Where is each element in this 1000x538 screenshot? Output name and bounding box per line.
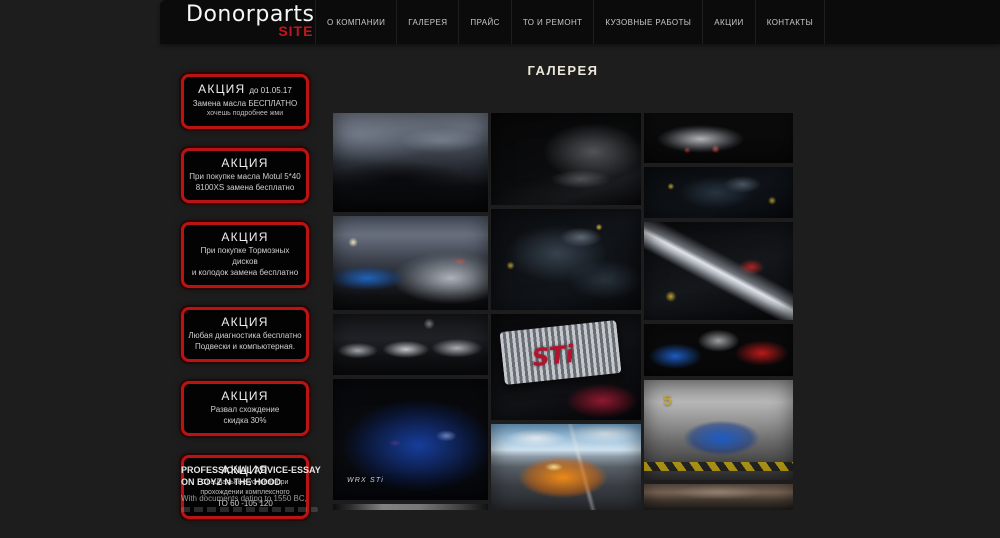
promo-title: АКЦИЯ	[187, 389, 303, 404]
footer-note-heading[interactable]: PROFESSIONAL ADVICE-ESSAY ON BOYZ N THE …	[181, 464, 333, 488]
nav-item-body-works[interactable]: КУЗОВНЫЕ РАБОТЫ	[593, 0, 702, 44]
nav-item-service[interactable]: ТО И РЕМОНТ	[511, 0, 594, 44]
gallery-grid: WRX STi STi 5	[333, 113, 793, 510]
promo-title-suffix: до 01.05.17	[249, 86, 291, 95]
gallery-photo-orange-car[interactable]	[491, 424, 641, 510]
gallery-photo-sti-intercooler-label: STi	[530, 339, 575, 371]
promo-title: АКЦИЯ	[187, 156, 303, 171]
main-nav: О КОМПАНИИГАЛЕРЕЯПРАЙСТО И РЕМОНТКУЗОВНЫ…	[315, 0, 825, 44]
gallery-photo-strip-partial[interactable]	[333, 504, 488, 510]
gallery-column-1: WRX STi	[333, 113, 488, 510]
gallery-photo-engine-strut[interactable]	[644, 222, 793, 320]
promo-title: АКЦИЯ	[187, 315, 303, 330]
gallery-photo-silver-red-wheels[interactable]	[644, 113, 793, 163]
promo-line: Развал схождение	[187, 404, 303, 415]
footer-note-body: With documents dating to 1550 BC,	[181, 493, 333, 504]
promo-line: Замена масла БЕСПЛАТНО	[187, 98, 303, 109]
gallery-photo-engine-bay[interactable]	[491, 209, 641, 310]
gallery-photo-stormy-sky-cars[interactable]	[333, 216, 488, 310]
page-title: ГАЛЕРЕЯ	[333, 63, 793, 78]
nav-item-gallery[interactable]: ГАЛЕРЕЯ	[396, 0, 458, 44]
gallery-photo-rally-garage[interactable]: 5	[644, 380, 793, 480]
promo-line: При покупке масла Motul 5*40	[187, 171, 303, 182]
gallery-photo-collage[interactable]	[644, 324, 793, 376]
promo-title: АКЦИЯдо 01.05.17	[187, 82, 303, 98]
gallery-column-2: STi	[491, 113, 641, 510]
promo-box-2[interactable]: АКЦИЯПри покупке масла Motul 5*408100XS …	[181, 148, 309, 203]
footer-note: PROFESSIONAL ADVICE-ESSAY ON BOYZ N THE …	[181, 464, 333, 512]
gallery-photo-rally-garage-label: 5	[663, 392, 671, 409]
promo-line: и колодок замена бесплатно	[187, 267, 303, 278]
gallery-photo-black-sedan-dusk[interactable]	[333, 113, 488, 212]
nav-item-contacts[interactable]: КОНТАКТЫ	[755, 0, 825, 44]
promo-line: 8100XS замена бесплатно	[187, 182, 303, 193]
promo-box-1[interactable]: АКЦИЯдо 01.05.17Замена масла БЕСПЛАТНОхо…	[181, 74, 309, 129]
gallery-photo-sti-intercooler[interactable]: STi	[491, 314, 641, 420]
promo-line: хочешь подробнее жми	[187, 109, 303, 119]
promo-line: Любая диагностика бесплатно	[187, 330, 303, 341]
promo-title: АКЦИЯ	[187, 230, 303, 245]
header: Donorparts SITE О КОМПАНИИГАЛЕРЕЯПРАЙСТО…	[160, 0, 1000, 44]
logo[interactable]: Donorparts SITE	[186, 3, 314, 39]
promo-box-4[interactable]: АКЦИЯЛюбая диагностика бесплатноПодвески…	[181, 307, 309, 362]
gallery-photo-bottom-partial[interactable]	[644, 484, 793, 510]
gallery-photo-engine-dark[interactable]	[644, 167, 793, 218]
gallery-photo-blue-wrx[interactable]: WRX STi	[333, 379, 488, 500]
gallery-column-3: 5	[644, 113, 793, 510]
promo-line: Подвески и компьютерная.	[187, 341, 303, 352]
promo-line: скидка 30%	[187, 415, 303, 426]
gallery-photo-blue-wrx-label: WRX STi	[347, 477, 384, 484]
clipped-text-line	[181, 507, 318, 512]
promo-box-3[interactable]: АКЦИЯПри покупке Тормозных дискови колод…	[181, 222, 309, 288]
promo-box-5[interactable]: АКЦИЯРазвал схождениескидка 30%	[181, 381, 309, 436]
nav-item-price[interactable]: ПРАЙС	[458, 0, 510, 44]
nav-item-about[interactable]: О КОМПАНИИ	[315, 0, 396, 44]
gallery-photo-car-lineup[interactable]	[333, 314, 488, 375]
gallery-photo-dark-car-front[interactable]	[491, 113, 641, 205]
nav-item-promos[interactable]: АКЦИИ	[702, 0, 754, 44]
promo-line: При покупке Тормозных дисков	[187, 245, 303, 267]
